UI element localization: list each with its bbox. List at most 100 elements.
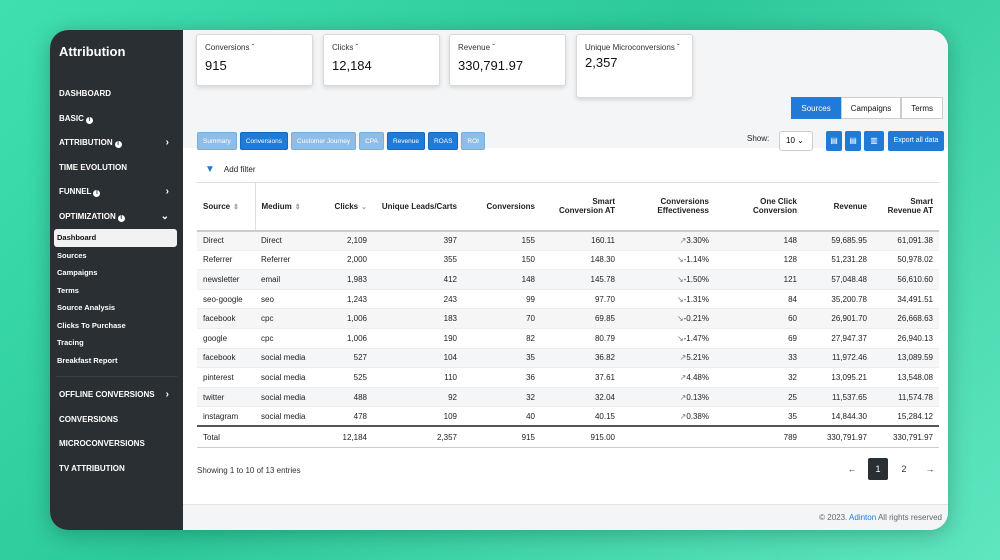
col-conversions[interactable]: Conversions [463,182,541,232]
table-row[interactable]: pinterest social media 525 110 36 37.61 ↗4.48%… [197,367,939,388]
tab-revenue[interactable]: Revenue [386,132,425,150]
table-cell: 82 [463,328,541,349]
sidebar-item-time-evolution[interactable]: TIME EVOLUTION [50,156,183,181]
sidebar-item-basic[interactable]: BASIC i [50,107,183,132]
col-conversions-effectiveness[interactable]: Conversions Effectiveness [621,182,715,232]
table-cell: 32 [463,387,541,408]
chevron-down-icon: ⌄ [160,210,169,222]
sidebar-item-conversions[interactable]: CONVERSIONS [50,408,183,433]
submenu-item-clicks-to-purchase[interactable]: Clicks To Purchase [54,317,183,335]
table-header-row: Source ⇕ Medium ⇕ Clicks ⌄ Unique Leads/Car… [197,182,939,232]
kpi-card-revenue[interactable]: Revenue ˇ 330,791.97 [449,34,566,86]
kpi-card-clicks[interactable]: Clicks ˇ 12,184 [323,34,440,86]
page-1-button[interactable]: 1 [868,458,888,480]
cell-value: 69.85 [594,314,615,324]
table-cell: ↗0.13% [621,387,715,408]
trend-down-icon: ↘ [676,314,684,324]
cell-value: 478 [353,411,367,421]
sidebar-item-tv-attribution[interactable]: TV ATTRIBUTION [50,457,183,482]
submenu-item-breakfast-report[interactable]: Breakfast Report [54,352,183,370]
sidebar-item-label: MICROCONVERSIONS [59,439,145,448]
export-all-button[interactable]: Export all data [888,131,944,151]
table-row[interactable]: twitter social media 488 92 32 32.04 ↗0.13% 25 1… [197,387,939,408]
cell-value: 11,537.65 [832,392,867,402]
sidebar-item-funnel[interactable]: FUNNEL i › [50,180,183,205]
page-size-select[interactable]: 10 ⌄ [779,131,813,151]
table-row[interactable]: Direct Direct 2,109 397 155 160.11 ↗3.30% 148 59… [197,230,939,251]
toggle-campaigns[interactable]: Campaigns [840,97,902,119]
table-row[interactable]: facebook social media 527 104 35 36.82 ↗5.21% 3… [197,348,939,369]
table-cell: 1,006 [319,328,373,349]
table-row[interactable]: google cpc 1,006 190 82 80.79 ↘-1.47% 69 27,947.… [197,328,939,349]
kpi-card-unique-microconversions[interactable]: Unique Microconversions ˇ 2,357 [576,34,693,98]
col-unique-leads[interactable]: Unique Leads/Carts [373,182,463,232]
submenu-item-terms[interactable]: Terms [54,282,183,300]
sidebar-item-microconversions[interactable]: MICROCONVERSIONS [50,432,183,457]
col-revenue[interactable]: Revenue [803,182,873,232]
table-row[interactable]: instagram social media 478 109 40 40.15 ↗0.38%… [197,406,939,427]
table-cell: 13,089.59 [873,348,939,369]
table-row[interactable]: seo-google seo 1,243 243 99 97.70 ↘-1.31% 84 35,… [197,289,939,310]
table-cell: social media [255,387,319,408]
trend-down-icon: ↘ [676,255,684,265]
kpi-value: 2,357 [585,55,618,70]
tab-roas[interactable]: ROAS [427,132,459,150]
table-cell: 145.78 [541,269,621,290]
kpi-value: 12,184 [332,58,372,73]
cell-value: pinterest [203,372,234,382]
toggle-sources[interactable]: Sources [791,97,841,119]
sidebar-item-label: ATTRIBUTION [59,138,113,147]
table-row[interactable]: Referrer Referrer 2,000 355 150 148.30 ↘-1.14%… [197,250,939,271]
entries-info: Showing 1 to 10 of 13 entries [197,466,301,475]
tab-conversions[interactable]: Conversions [239,132,288,150]
col-one-click-conversion[interactable]: One Click Conversion [715,182,803,232]
col-smart-conversion[interactable]: Smart Conversion AT [541,182,621,232]
table-cell: 59,685.95 [803,230,873,251]
cell-value: 57,048.48 [831,274,867,284]
submenu-item-dashboard[interactable]: Dashboard [54,229,177,247]
tab-cpa[interactable]: CPA [359,132,384,150]
table-cell: ↗0.38% [621,406,715,427]
columns-icon[interactable]: ▥ [864,131,884,151]
cell-value: 2,109 [346,236,367,246]
prev-page-button[interactable]: ← [842,458,862,480]
chevron-down-icon: ⌄ [797,136,804,145]
tab-summary[interactable]: Summary [197,132,237,150]
table-row[interactable]: newsletter email 1,983 412 148 145.78 ↘-1.50% 1… [197,269,939,290]
sidebar-item-label: TV ATTRIBUTION [59,463,125,473]
cell-value: cpc [261,314,274,324]
tab-customer-journey[interactable]: Customer Journey [290,132,357,150]
sidebar-item-dashboard[interactable]: DASHBOARD [50,82,183,107]
sidebar-item-optimization[interactable]: OPTIMIZATION i ⌄ [50,205,183,230]
total-cell: 330,791.97 [873,425,939,448]
sidebar-item-offline-conversions[interactable]: OFFLINE CONVERSIONS › [50,383,183,408]
page-2-button[interactable]: 2 [894,458,914,480]
kpi-value: 330,791.97 [458,58,524,73]
pdf-icon[interactable]: ▤ [845,131,861,151]
col-source[interactable]: Source ⇕ [197,182,255,232]
submenu-item-tracing[interactable]: Tracing [54,334,183,352]
toggle-terms[interactable]: Terms [901,97,943,119]
table-cell: 13,095.21 [803,367,873,388]
cell-value: email [261,274,281,284]
add-filter-button[interactable]: ▼ Add filter [205,164,255,175]
cell-value: 0.13% [686,392,709,402]
excel-icon[interactable]: ▤ [826,131,842,151]
submenu-item-source-analysis[interactable]: Source Analysis [54,299,183,317]
col-medium[interactable]: Medium ⇕ [254,182,319,232]
tab-roi[interactable]: ROI [461,132,485,150]
sidebar-item-label: FUNNEL [59,187,92,196]
col-smart-revenue[interactable]: Smart Revenue AT [873,182,939,232]
next-page-button[interactable]: → [920,458,940,480]
submenu-item-campaigns[interactable]: Campaigns [54,264,183,282]
sidebar-item-label: OFFLINE CONVERSIONS [59,390,155,399]
sidebar-item-attribution[interactable]: ATTRIBUTION i › [50,131,183,156]
table-row[interactable]: facebook cpc 1,006 183 70 69.85 ↘-0.21% 60 26,90… [197,308,939,329]
cell-value: seo [261,294,274,304]
col-clicks[interactable]: Clicks ⌄ [319,182,373,232]
footer-brand-link[interactable]: Adinton [849,513,876,522]
kpi-card-conversions[interactable]: Conversions ˇ 915 [196,34,313,86]
cell-value: 69 [788,333,797,343]
submenu-item-sources[interactable]: Sources [54,247,183,265]
cell-value: facebook [203,314,236,324]
